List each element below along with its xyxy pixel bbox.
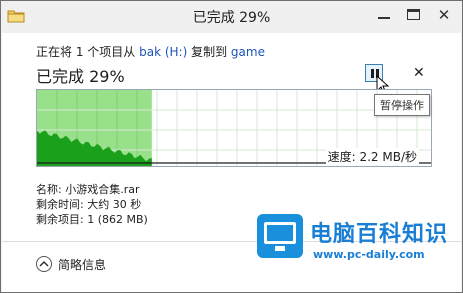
pause-icon [371,69,374,78]
watermark-logo-stand [275,246,285,251]
less-info-label: 简略信息 [58,258,107,272]
detail-name: 名称: 小游戏合集.rar [36,183,140,196]
watermark-logo-icon [257,214,303,258]
speed-label: 速度: 2.2 MB/秒 [325,148,419,165]
chevron-up-icon [36,256,52,272]
close-window-button[interactable]: ✕ [431,5,457,25]
title-bar[interactable]: 已完成 29% ✕ [1,1,462,33]
copy-middle: 复制到 [187,45,231,59]
watermark-logo-screen [264,222,296,244]
copy-description: 正在将 1 个项目从 bak (H:) 复制到 game [36,43,265,60]
maximize-button[interactable] [401,5,427,25]
progress-graph: 速度: 2.2 MB/秒 [36,89,432,167]
detail-items-left: 剩余项目: 1 (862 MB) [36,213,148,226]
copy-prefix: 正在将 1 个项目从 [36,45,140,59]
close-icon: ✕ [437,6,451,24]
detail-time-left: 剩余时间: 大约 30 秒 [36,198,142,211]
minimize-button[interactable] [371,5,397,25]
progress-title: 已完成 29% [36,67,125,86]
cancel-operation-button[interactable]: ✕ [413,65,425,81]
maximize-icon [407,9,420,20]
watermark-url: www.pc-daily.com [313,248,425,261]
source-link[interactable]: bak (H:) [139,45,187,59]
minimize-icon [378,17,390,19]
watermark-title: 电脑百科知识 [310,222,449,247]
pause-tooltip: 暂停操作 [374,94,430,116]
destination-link[interactable]: game [231,45,265,59]
